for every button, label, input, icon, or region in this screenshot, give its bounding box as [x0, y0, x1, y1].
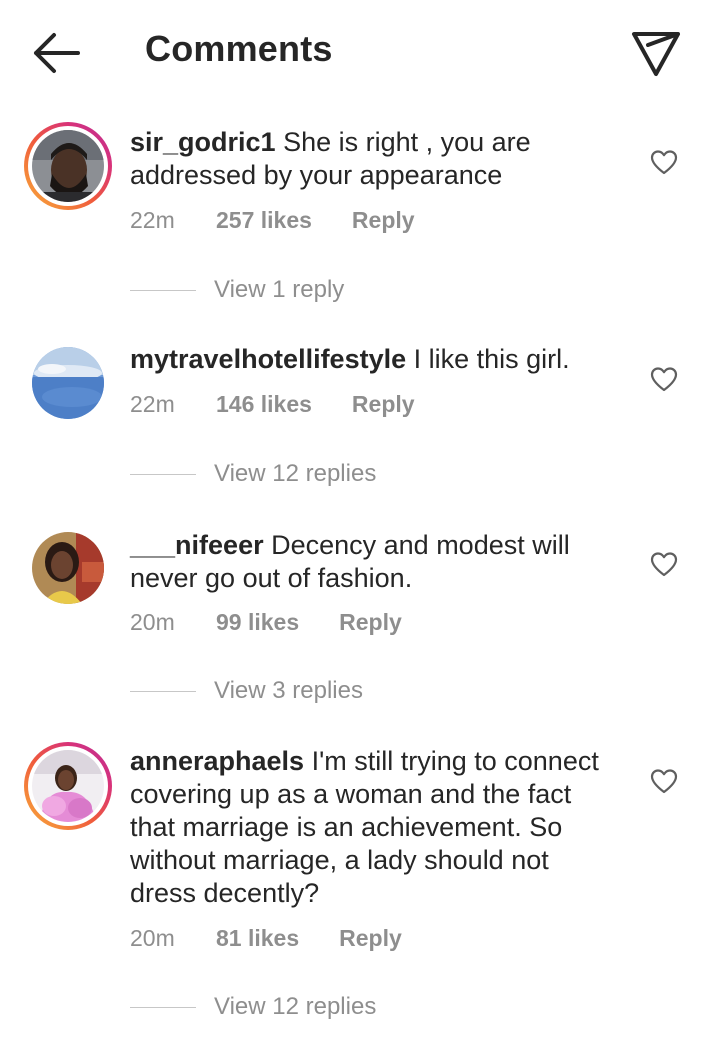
story-ring[interactable]	[24, 122, 112, 210]
view-replies-label: View 12 replies	[214, 993, 377, 1020]
reply-button[interactable]: Reply	[352, 207, 415, 234]
heart-icon[interactable]	[650, 366, 678, 392]
heart-icon[interactable]	[650, 149, 678, 175]
comment-text: anneraphaels I'm still trying to connect…	[130, 745, 620, 910]
view-replies-button[interactable]: View 12 replies	[130, 993, 376, 1021]
comment-time: 22m	[130, 207, 175, 233]
comment-text: mytravelhotellifestyle I like this girl.	[130, 343, 620, 376]
comment-likes[interactable]: 257 likes	[216, 207, 312, 234]
send-icon[interactable]	[630, 28, 682, 78]
avatar[interactable]	[32, 532, 104, 604]
view-replies-button[interactable]: View 1 reply	[130, 276, 344, 304]
view-replies-label: View 12 replies	[214, 460, 377, 487]
comment-body: I like this girl.	[406, 344, 570, 374]
comment-text: ___nifeeer Decency and modest will never…	[130, 529, 620, 595]
view-replies-button[interactable]: View 12 replies	[130, 460, 376, 488]
reply-button[interactable]: Reply	[339, 609, 402, 636]
view-replies-label: View 1 reply	[214, 276, 345, 303]
back-arrow-icon[interactable]	[28, 28, 84, 78]
comment-username[interactable]: anneraphaels	[130, 746, 304, 776]
reply-button[interactable]: Reply	[352, 391, 415, 418]
comment-meta: 22m 146 likes Reply	[130, 391, 415, 418]
divider-line	[130, 691, 196, 693]
comment-meta: 20m 99 likes Reply	[130, 609, 402, 636]
comment-username[interactable]: ___nifeeer	[130, 530, 264, 560]
divider-line	[130, 290, 196, 292]
comment-likes[interactable]: 146 likes	[216, 391, 312, 418]
heart-icon[interactable]	[650, 768, 678, 794]
comment-time: 20m	[130, 925, 175, 951]
avatar[interactable]	[32, 347, 104, 419]
comment-meta: 22m 257 likes Reply	[130, 207, 415, 234]
comment-time: 20m	[130, 609, 175, 635]
comment-text: sir_godric1 She is right , you are addre…	[130, 126, 620, 192]
avatar[interactable]	[32, 750, 104, 822]
divider-line	[130, 474, 196, 476]
comment-username[interactable]: sir_godric1	[130, 127, 276, 157]
comment-likes[interactable]: 99 likes	[216, 609, 299, 636]
page-title: Comments	[145, 28, 333, 69]
avatar[interactable]	[32, 130, 104, 202]
view-replies-button[interactable]: View 3 replies	[130, 677, 363, 705]
reply-button[interactable]: Reply	[339, 925, 402, 952]
heart-icon[interactable]	[650, 551, 678, 577]
comment-likes[interactable]: 81 likes	[216, 925, 299, 952]
comment-time: 22m	[130, 391, 175, 417]
comment-meta: 20m 81 likes Reply	[130, 925, 402, 952]
divider-line	[130, 1007, 196, 1009]
comment-username[interactable]: mytravelhotellifestyle	[130, 344, 406, 374]
view-replies-label: View 3 replies	[214, 677, 363, 704]
header-bar: Comments	[0, 0, 720, 104]
story-ring[interactable]	[24, 742, 112, 830]
